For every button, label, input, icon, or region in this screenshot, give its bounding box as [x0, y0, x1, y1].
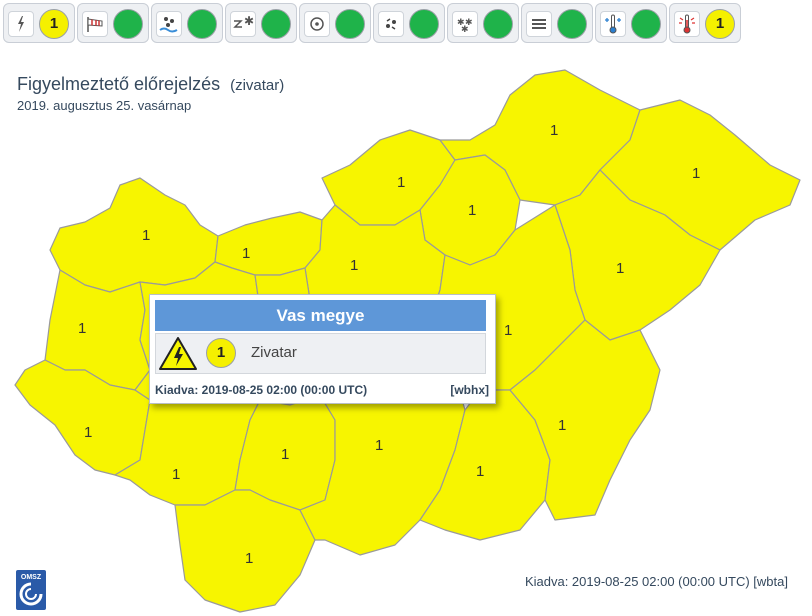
label-komarom-esztergom: 1 — [242, 245, 250, 262]
footer-issued: Kiadva: 2019-08-25 02:00 (00:00 UTC) [wb… — [524, 574, 788, 589]
label-tolna: 1 — [281, 446, 289, 463]
label-szabolcs: 1 — [692, 165, 700, 182]
popup-code: [wbhx] — [450, 383, 489, 397]
omsz-logo: OMSZ — [16, 570, 46, 610]
label-vas: 1 — [78, 320, 86, 337]
label-borsod: 1 — [550, 122, 558, 139]
label-bacs-kiskun: 1 — [375, 437, 383, 454]
popup-issued: Kiadva: 2019-08-25 02:00 (00:00 UTC) — [155, 383, 368, 397]
popup-title: Vas megye — [155, 300, 486, 331]
label-bekes: 1 — [558, 417, 566, 434]
label-heves: 1 — [468, 202, 476, 219]
label-csongrad: 1 — [476, 463, 484, 480]
county-popup: Vas megye 1 Zivatar Kiadva: 2019-08-25 0… — [149, 294, 496, 404]
county-gyor-moson-sopron[interactable] — [49, 177, 219, 293]
popup-hazard-row: 1 Zivatar — [155, 333, 486, 374]
label-gyor-moson-sopron: 1 — [142, 227, 150, 244]
county-komarom-esztergom[interactable] — [214, 211, 323, 276]
logo-text: OMSZ — [21, 574, 42, 581]
popup-level-badge: 1 — [206, 338, 236, 368]
label-hajdu-bihar: 1 — [616, 260, 624, 277]
label-nograd: 1 — [397, 174, 405, 191]
thunderstorm-warning-icon — [159, 337, 197, 370]
label-baranya: 1 — [245, 550, 253, 567]
popup-hazard-label: Zivatar — [251, 344, 297, 361]
label-zala: 1 — [84, 424, 92, 441]
label-pest: 1 — [350, 257, 358, 274]
label-jasz: 1 — [504, 322, 512, 339]
label-somogy: 1 — [172, 466, 180, 483]
